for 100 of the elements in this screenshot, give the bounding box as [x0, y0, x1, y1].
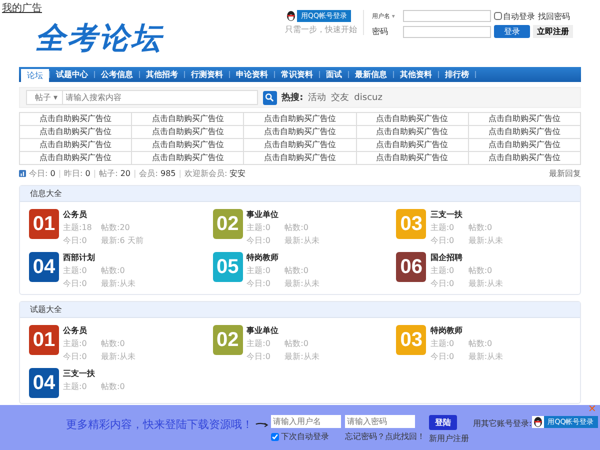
hot-search-link[interactable]: discuz [354, 92, 382, 102]
auto-login-checkbox[interactable] [494, 12, 502, 20]
ad-slot-link[interactable]: 点击自助购买广告位 [468, 152, 580, 164]
nav-tab[interactable]: 论坛 [21, 69, 49, 82]
forum-today: 今日:0 [246, 278, 272, 289]
search-button[interactable] [262, 90, 277, 104]
stat-text: 今日: 0 [29, 168, 56, 179]
forum-posts: 帖数:0 [284, 222, 310, 233]
nav-tab[interactable]: 排行榜 [439, 68, 475, 82]
my-ads-link[interactable]: 我的广告 [2, 1, 42, 15]
forum-today: 今日:0 [430, 351, 456, 362]
ad-slot-link[interactable]: 点击自助购买广告位 [20, 152, 132, 164]
forum-number-tile[interactable]: 04 [29, 252, 59, 282]
ad-slot-link[interactable]: 点击自助购买广告位 [244, 112, 356, 126]
hot-search-link[interactable]: 交友 [331, 91, 350, 104]
nav-tab[interactable]: 最新信息 [349, 68, 393, 82]
forum-name-link[interactable]: 特岗教师 [246, 252, 323, 263]
forum-topics: 主题:0 [430, 222, 456, 233]
forum-name-link[interactable]: 公务员 [63, 209, 144, 220]
register-link[interactable]: 新用户注册 [429, 433, 469, 444]
site-logo: 全考论坛 [35, 20, 165, 58]
nav-tab[interactable]: 常识资料 [275, 68, 319, 82]
ad-slot-link[interactable]: 点击自助购买广告位 [356, 152, 468, 164]
forum-latest: 最新:从未 [468, 278, 504, 289]
forum-name-link[interactable]: 特岗教师 [430, 325, 506, 336]
search-scope-dropdown[interactable]: 帖子 ▾ [26, 90, 62, 105]
forum-name-link[interactable]: 西部计划 [63, 252, 139, 263]
username-field[interactable]: 请输入用户名 [271, 415, 341, 428]
forum-name-link[interactable]: 三支一扶 [430, 209, 506, 220]
remember-me-checkbox[interactable] [271, 432, 279, 440]
ad-slot-link[interactable]: 点击自助购买广告位 [132, 138, 244, 152]
password-field[interactable]: 请输入密码 [345, 415, 415, 428]
login-button[interactable]: 登陆 [429, 415, 457, 430]
forum-topics: 主题:0 [430, 265, 456, 276]
forum-today: 今日:0 [63, 351, 88, 362]
ad-slot-link[interactable]: 点击自助购买广告位 [468, 126, 580, 138]
username-field[interactable] [403, 10, 491, 22]
forum-posts: 帖数:0 [284, 338, 310, 349]
separator: | [93, 169, 96, 178]
login-button[interactable]: 登录 [494, 25, 530, 38]
forum-posts: 帖数:0 [101, 381, 126, 392]
forgot-password-link[interactable]: 找回密码 [538, 10, 570, 22]
forum-today: 今日:0 [430, 235, 456, 246]
arrow-icon [255, 421, 269, 429]
forum-today: 今日:0 [63, 278, 88, 289]
separator: | [134, 169, 136, 178]
ad-slot-link[interactable]: 点击自助购买广告位 [132, 112, 244, 126]
forum-posts: 帖数:0 [468, 338, 494, 349]
forum-posts: 帖数:0 [101, 265, 126, 276]
section-title: 信息大全 [30, 188, 62, 199]
nav-tab[interactable]: 试题中心 [50, 68, 94, 82]
ad-slot-link[interactable]: 点击自助购买广告位 [20, 138, 132, 152]
password-field[interactable] [403, 26, 491, 38]
stat-text: 昨日: 0 [64, 168, 90, 179]
auto-login-label: 自动登录 [503, 10, 535, 22]
ad-slot-link[interactable]: 点击自助购买广告位 [20, 112, 132, 126]
forum-name-link[interactable]: 公务员 [63, 325, 139, 336]
other-login-label: 用其它账号登录: [473, 418, 532, 429]
promo-slogan: 更多精彩内容，快来登陆下载资源哦！ [66, 417, 253, 432]
ad-slot-link[interactable]: 点击自助购买广告位 [244, 138, 356, 152]
forum-topics: 主题:0 [246, 222, 272, 233]
search-field[interactable]: 请输入搜索内容 [62, 90, 258, 105]
forum-number-tile[interactable]: 01 [29, 209, 59, 239]
ad-slot-link[interactable]: 点击自助购买广告位 [356, 126, 468, 138]
nav-tab[interactable]: 行测资料 [185, 68, 229, 82]
nav-tab[interactable]: 公考信息 [95, 68, 139, 82]
forum-latest: 最新:6 天前 [101, 235, 144, 246]
forum-number-tile[interactable]: 06 [396, 252, 426, 282]
ad-slot-link[interactable]: 点击自助购买广告位 [20, 126, 132, 138]
ad-slot-link[interactable]: 点击自助购买广告位 [356, 138, 468, 152]
forum-today: 今日:0 [63, 235, 88, 246]
section-title: 试题大全 [30, 304, 62, 315]
ad-slot-link[interactable]: 点击自助购买广告位 [132, 126, 244, 138]
nav-tab[interactable]: 面试 [320, 68, 348, 82]
register-button[interactable]: 立即注册 [533, 25, 573, 38]
forum-number-tile[interactable]: 01 [29, 325, 59, 355]
forum-name-link[interactable]: 国企招聘 [430, 252, 506, 263]
ad-slot-link[interactable]: 点击自助购买广告位 [468, 138, 580, 152]
hot-search-link[interactable]: 活动 [308, 91, 326, 104]
forum-topics: 主题:0 [246, 338, 272, 349]
ad-slot-link[interactable]: 点击自助购买广告位 [468, 112, 580, 126]
forum-posts: 帖数:0 [468, 265, 494, 276]
forum-latest: 最新:从未 [284, 351, 320, 362]
ad-slot-link[interactable]: 点击自助购买广告位 [356, 112, 468, 126]
forum-latest: 最新:从未 [468, 235, 504, 246]
hot-search-label: 热搜: [282, 92, 304, 104]
forum-name-link[interactable]: 事业单位 [246, 209, 323, 220]
forgot-password-link[interactable]: 忘记密码？点此找回！ [345, 431, 425, 442]
stat-text: 帖子: 20 [99, 168, 131, 179]
forum-number-tile[interactable]: 04 [29, 368, 59, 398]
forum-posts: 帖数:20 [101, 222, 131, 233]
forum-name-link[interactable]: 三支一扶 [63, 368, 139, 379]
ad-slot-link[interactable]: 点击自助购买广告位 [244, 126, 356, 138]
ad-slot-link[interactable]: 点击自助购买广告位 [244, 152, 356, 164]
nav-tab[interactable]: 其他招考 [140, 68, 184, 82]
latest-replies-link[interactable]: 最新回复 [549, 168, 581, 179]
ad-slot-link[interactable]: 点击自助购买广告位 [132, 152, 244, 164]
nav-tab[interactable]: 其他资料 [394, 68, 438, 82]
nav-tab[interactable]: 申论资料 [230, 68, 274, 82]
forum-name-link[interactable]: 事业单位 [246, 325, 323, 336]
